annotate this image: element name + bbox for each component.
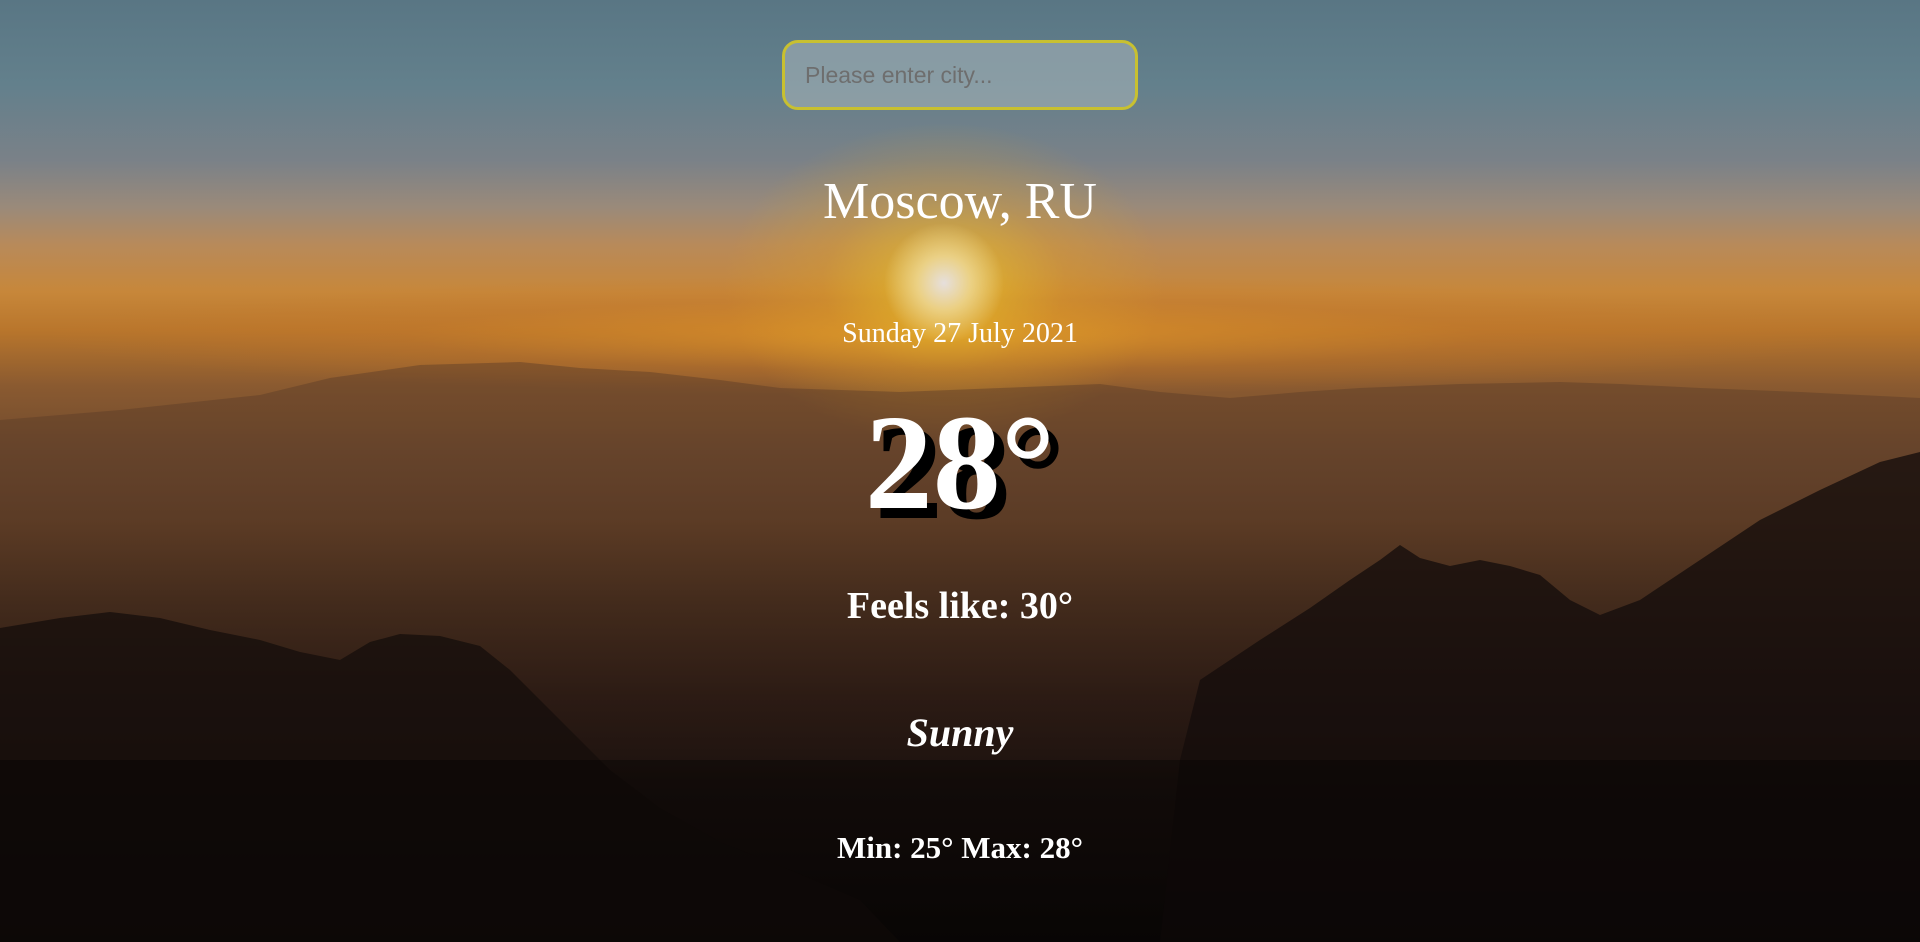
min-max-temperature: Min: 25° Max: 28° <box>836 830 1084 865</box>
current-date: Sunday 27 July 2021 <box>842 318 1078 349</box>
weather-app: Moscow, RU Sunday 27 July 2021 28° Feels… <box>0 0 1920 942</box>
city-search-input[interactable] <box>782 40 1138 110</box>
current-temperature: 28° <box>864 388 1056 538</box>
weather-condition: Sunny <box>906 710 1014 755</box>
feels-like-temperature: Feels like: 30° <box>846 585 1074 627</box>
location-title: Moscow, RU <box>823 173 1097 230</box>
